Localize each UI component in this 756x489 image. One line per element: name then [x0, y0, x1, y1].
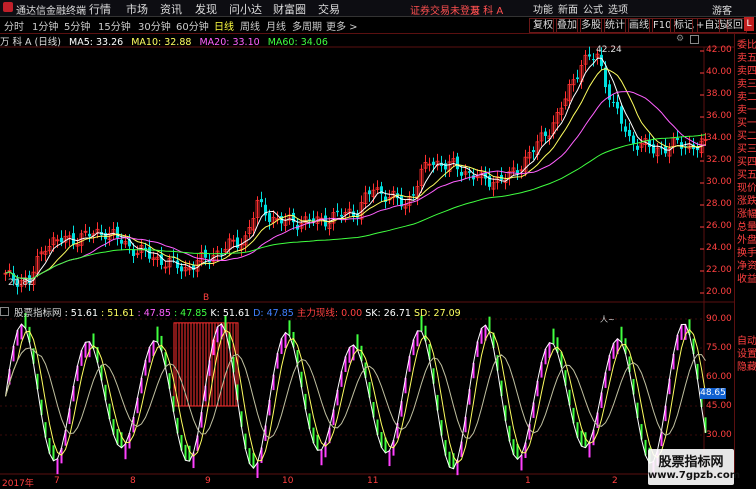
ind-tick: 90.00 — [706, 314, 732, 324]
price-tick: 24.00 — [706, 243, 732, 253]
ind-tick: 45.00 — [706, 401, 732, 411]
candle-body — [460, 171, 463, 176]
ind-tick: 75.00 — [706, 343, 732, 353]
ind-sk: SK: 26.71 — [365, 308, 411, 319]
indicator-series — [5, 312, 707, 479]
candle-body — [412, 194, 415, 196]
watermark-url: www.7gpzb.com — [648, 470, 741, 481]
x-tick: 7 — [54, 476, 60, 486]
low-price-label: 20.82 — [8, 278, 34, 288]
candle-body — [616, 101, 619, 109]
candle-body — [176, 260, 179, 269]
candle-body — [116, 226, 119, 238]
x-tick: 10 — [282, 476, 294, 486]
indicator-top-label: 人~ — [600, 315, 615, 324]
candle-body — [72, 233, 75, 245]
ind-main-line: 主力现线: 0.00 — [296, 308, 363, 319]
ma5-line — [5, 57, 706, 283]
candle-body — [588, 54, 591, 57]
ind-d: D: 47.85 — [253, 308, 294, 319]
watermark-name: 股票指标网 — [658, 455, 724, 470]
candle-body — [340, 214, 343, 217]
watermark-box: 股票指标网 www.7gpzb.com — [648, 449, 741, 485]
x-tick: 2 — [612, 476, 618, 486]
candle-body — [268, 213, 271, 222]
x-tick: 11 — [367, 476, 379, 486]
candle-body — [444, 163, 447, 170]
candle-body — [260, 199, 263, 203]
candle-body — [592, 59, 595, 61]
indicator-name[interactable]: 股票指标网 — [14, 308, 62, 319]
x-tick: 9 — [205, 476, 211, 486]
indicator-current-value: 48.65 — [700, 388, 726, 399]
price-tick: 42.00 — [706, 45, 732, 55]
candle-body — [456, 156, 459, 170]
price-tick: 22.00 — [706, 265, 732, 275]
price-tick: 40.00 — [706, 67, 732, 77]
candle-body — [624, 126, 627, 132]
candle-body — [620, 106, 623, 124]
ind-value-1: : 51.61 — [64, 308, 98, 319]
ind-value-2: : 51.61 — [101, 308, 135, 319]
price-tick: 26.00 — [706, 221, 732, 231]
x-tick: 8 — [130, 476, 136, 486]
price-tick: 34.00 — [706, 133, 732, 143]
price-tick: 32.00 — [706, 155, 732, 165]
ind-k: K: 51.61 — [210, 308, 251, 319]
ind-tick: 60.00 — [706, 372, 732, 382]
candle-body — [336, 210, 339, 213]
candle-body — [612, 101, 615, 103]
price-tick: 30.00 — [706, 177, 732, 187]
candle-body — [368, 190, 371, 195]
candle-body — [636, 145, 639, 150]
chart-canvas — [0, 46, 734, 479]
quote-field-label: 收益 — [737, 274, 756, 285]
quote-panel-option[interactable]: 隐藏 — [737, 358, 756, 373]
buy-marker: B — [203, 293, 210, 303]
ind-sd: SD: 27.09 — [413, 308, 461, 319]
candlestick-series — [3, 46, 708, 295]
candle-body — [604, 67, 607, 88]
candle-body — [676, 137, 679, 141]
candle-body — [120, 239, 123, 244]
x-tick: 2017年 — [2, 479, 34, 489]
candle-body — [544, 131, 547, 137]
right-quote-panel: 委比 卖五 卖四 卖三 卖二 卖一 买一 买二 买三 买四 买五 现价 涨跌 涨幅 总量 外盘 换手 净资 收益 自动… — [734, 34, 756, 474]
candle-body — [180, 266, 183, 272]
price-tick: 20.00 — [706, 287, 732, 297]
candle-body — [432, 161, 435, 165]
x-tick: 1 — [525, 476, 531, 486]
price-tick: 38.00 — [706, 89, 732, 99]
candle-body — [628, 129, 631, 137]
ind-value-3: : 47.85 — [137, 308, 171, 319]
indicator-toggle-icon[interactable] — [0, 307, 9, 316]
candle-body — [576, 77, 579, 80]
candle-body — [632, 135, 635, 144]
candle-body — [88, 233, 91, 237]
high-price-label: 42.24 — [596, 45, 622, 55]
ma10-line — [5, 68, 706, 280]
candle-body — [532, 150, 535, 153]
ma60-line — [5, 134, 706, 280]
price-tick: 36.00 — [706, 111, 732, 121]
ind-tick: 30.00 — [706, 430, 732, 440]
indicator-info: 股票指标网 : 51.61 : 51.61 : 47.85 : 47.85 K:… — [0, 305, 461, 319]
ind-value-4: : 47.85 — [173, 308, 208, 319]
price-tick: 28.00 — [706, 199, 732, 209]
candle-body — [60, 237, 63, 243]
